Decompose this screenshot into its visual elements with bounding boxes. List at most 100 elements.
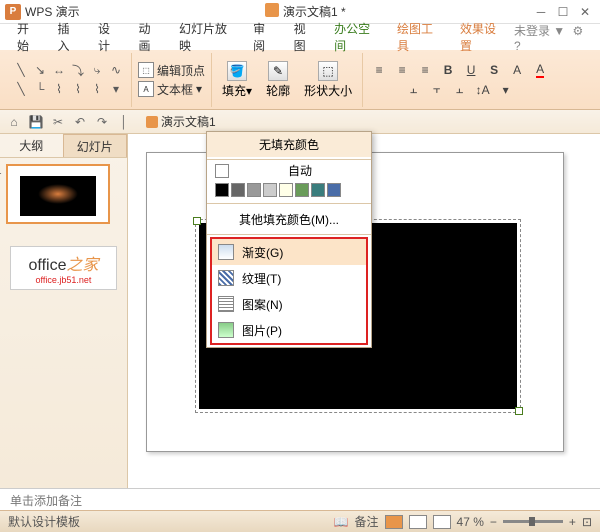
valign-mid[interactable]: ⫟ — [427, 80, 447, 100]
zoom-slider[interactable] — [503, 520, 563, 523]
menu-no-fill[interactable]: 无填充颜色 — [207, 132, 371, 157]
textbox-button[interactable]: A 文本框▾ — [138, 81, 205, 98]
align-center[interactable]: ≡ — [392, 60, 412, 80]
fit-icon[interactable]: ⊡ — [582, 515, 592, 529]
color-gray1[interactable] — [231, 183, 245, 197]
italic[interactable]: S — [484, 60, 504, 80]
textbox-icon: A — [138, 81, 154, 97]
text-format-group: ≡ ≡ ≡ B U S A A ⫠ ⫟ ⫠ ↕A ▾ — [363, 53, 556, 107]
pattern-icon — [218, 296, 234, 312]
ribbon: ╲ ↘ ↔ ⤵ ⤷ ∿ ╲ └ ⌇ ⌇ ⌇ ▾ ⬚ 编辑顶点 A 文本框▾ — [0, 50, 600, 110]
help-icon[interactable]: ? — [514, 39, 521, 53]
menu-design[interactable]: 设计 — [89, 17, 129, 57]
color-teal[interactable] — [311, 183, 325, 197]
align-left[interactable]: ≡ — [369, 60, 389, 80]
tab-outline[interactable]: 大纲 — [0, 134, 63, 157]
view-slideshow[interactable] — [433, 515, 451, 529]
shapes-group: ╲ ↘ ↔ ⤵ ⤷ ∿ ╲ └ ⌇ ⌇ ⌇ ▾ — [6, 53, 132, 107]
valign-bot[interactable]: ⫠ — [450, 80, 470, 100]
menu-draw-tool[interactable]: 绘图工具 — [388, 17, 451, 57]
slide-thumbnail-1[interactable]: 1 — [6, 164, 110, 224]
menu-review[interactable]: 审阅 — [244, 17, 284, 57]
close-button[interactable]: ✕ — [575, 4, 595, 20]
template-name: 默认设计模板 — [8, 513, 80, 530]
outline-button[interactable]: ✎ 轮廓 — [262, 61, 294, 99]
shape-freeform[interactable]: ⌇ — [88, 80, 106, 98]
shape-line2[interactable]: ╲ — [12, 80, 30, 98]
menu-view[interactable]: 视图 — [285, 17, 325, 57]
qb-save-icon[interactable]: 💾 — [28, 114, 44, 130]
size-icon: ⬚ — [318, 61, 338, 81]
valign-top[interactable]: ⫠ — [404, 80, 424, 100]
view-normal[interactable] — [385, 515, 403, 529]
tab-slides[interactable]: 幻灯片 — [63, 134, 128, 157]
menu-animation[interactable]: 动画 — [129, 17, 169, 57]
bucket-icon: 🪣 — [227, 61, 247, 81]
zoom-in[interactable]: + — [569, 515, 576, 529]
qb-cut-icon[interactable]: ✂ — [50, 114, 66, 130]
notes-toggle[interactable]: 备注 — [355, 513, 379, 530]
text-dir[interactable]: ↕A — [473, 80, 493, 100]
color-black[interactable] — [215, 183, 229, 197]
color-gray3[interactable] — [263, 183, 277, 197]
canvas-area[interactable]: UU 无填充颜色 自动 — [128, 134, 600, 488]
edit-vertex-button[interactable]: ⬚ 编辑顶点 — [138, 62, 205, 79]
gear-icon[interactable]: ⚙ — [573, 24, 584, 38]
slide[interactable]: UU 无填充颜色 自动 — [146, 152, 564, 452]
minimize-button[interactable]: ─ — [531, 4, 551, 20]
doc-icon-small — [146, 116, 158, 128]
qb-undo-icon[interactable]: ↶ — [72, 114, 88, 130]
menu-insert[interactable]: 插入 — [48, 17, 88, 57]
menu-office-space[interactable]: 办公空间 — [325, 17, 388, 57]
shape-arrow[interactable]: ↘ — [31, 61, 49, 79]
color-green[interactable] — [295, 183, 309, 197]
fill-button[interactable]: 🪣 填充▾ — [218, 61, 256, 99]
bold[interactable]: B — [438, 60, 458, 80]
shape-connector2[interactable]: ⤷ — [88, 61, 106, 79]
login-area[interactable]: 未登录 ▼ ⚙ ? — [514, 22, 592, 53]
menu-bar: 开始 插入 设计 动画 幻灯片放映 审阅 视图 办公空间 绘图工具 效果设置 未… — [0, 24, 600, 50]
menu-pattern[interactable]: 图案(N) — [212, 291, 366, 317]
qb-home-icon[interactable]: ⌂ — [6, 114, 22, 130]
thumb-number: 1 — [0, 166, 2, 177]
menu-auto[interactable]: 自动 — [207, 162, 371, 179]
shape-line[interactable]: ╲ — [12, 61, 30, 79]
qb-redo-icon[interactable]: ↷ — [94, 114, 110, 130]
main-area: 大纲 幻灯片 1 office之家 office.jb51.net — [0, 134, 600, 488]
sidebar: 大纲 幻灯片 1 office之家 office.jb51.net — [0, 134, 128, 488]
shape-size-button[interactable]: ⬚ 形状大小 — [300, 61, 356, 99]
font-color[interactable]: A — [530, 60, 550, 80]
zoom-value: 47 % — [457, 515, 484, 529]
menu-start[interactable]: 开始 — [8, 17, 48, 57]
menu-gradient[interactable]: 渐变(G) — [212, 239, 366, 265]
font-a[interactable]: A — [507, 60, 527, 80]
notes-pane[interactable]: 单击添加备注 — [0, 488, 600, 510]
qb-doc-tab[interactable]: 演示文稿1 — [138, 111, 224, 132]
gradient-icon — [218, 244, 234, 260]
shape-connector1[interactable]: ⤵ — [69, 61, 87, 79]
underline[interactable]: U — [461, 60, 481, 80]
menu-other-colors[interactable]: 其他填充颜色(M)... — [207, 206, 371, 232]
view-sorter[interactable] — [409, 515, 427, 529]
menu-picture[interactable]: 图片(P) — [212, 317, 366, 343]
shape-zigzag[interactable]: ⌇ — [69, 80, 87, 98]
color-cream[interactable] — [279, 183, 293, 197]
thumbnails-panel: 1 office之家 office.jb51.net — [0, 158, 127, 488]
align-right[interactable]: ≡ — [415, 60, 435, 80]
spellcheck-icon[interactable]: 📖 — [334, 515, 349, 529]
shape-more[interactable]: ▾ — [107, 80, 125, 98]
menu-texture[interactable]: 纹理(T) — [212, 265, 366, 291]
color-gray2[interactable] — [247, 183, 261, 197]
shape-double-arrow[interactable]: ↔ — [50, 61, 68, 79]
shape-elbow[interactable]: └ — [31, 80, 49, 98]
shape-curve[interactable]: ∿ — [107, 61, 125, 79]
shape-s[interactable]: ⌇ — [50, 80, 68, 98]
zoom-out[interactable]: − — [490, 515, 497, 529]
menu-effects[interactable]: 效果设置 — [451, 17, 514, 57]
texture-icon — [218, 270, 234, 286]
thumb-preview — [20, 176, 96, 216]
maximize-button[interactable]: ☐ — [553, 4, 573, 20]
menu-slideshow[interactable]: 幻灯片放映 — [170, 17, 244, 57]
more-opts[interactable]: ▾ — [496, 80, 516, 100]
color-blue[interactable] — [327, 183, 341, 197]
